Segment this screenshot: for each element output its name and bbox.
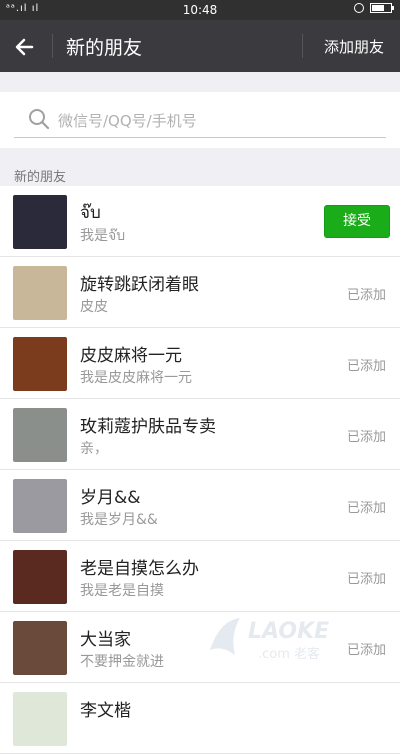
- clock: 10:48: [182, 3, 218, 17]
- friend-request-message: 我是岁月&&: [80, 512, 158, 528]
- added-status: 已添加: [346, 643, 386, 658]
- avatar[interactable]: [13, 550, 67, 604]
- friend-row[interactable]: 大当家不要押金就进 已添加: [0, 612, 400, 683]
- back-arrow-icon[interactable]: [12, 32, 42, 62]
- avatar[interactable]: [13, 479, 67, 533]
- navigation-bar: 新的朋友 添加朋友: [0, 20, 400, 72]
- friend-request-message: 亲，: [80, 441, 108, 457]
- page-title: 新的朋友: [66, 37, 143, 59]
- new-friends-list: จ๊บ 我是จ๊บ 接受 旋转跳跃闭着眼 皮皮 已添加 皮皮麻将一元 我是皮皮麻将一元 已添加玫…: [0, 186, 400, 754]
- avatar[interactable]: [13, 692, 67, 746]
- friend-name: 玫莉蔻护肤品专卖: [80, 417, 216, 437]
- friend-name: 旋转跳跃闭着眼: [80, 275, 199, 295]
- section-header: 新的朋友: [14, 170, 67, 185]
- friend-name: 大当家: [80, 630, 131, 650]
- status-bar: ᵃᵃ.ıl ıl 10:48: [0, 0, 400, 20]
- rotation-lock-icon: [354, 3, 364, 13]
- friend-row[interactable]: 皮皮麻将一元我是皮皮麻将一元 已添加: [0, 328, 400, 399]
- friend-request-message: 我是จ๊บ: [80, 228, 126, 244]
- avatar[interactable]: [13, 337, 67, 391]
- friend-name: 皮皮麻将一元: [80, 346, 182, 366]
- friend-row[interactable]: 旋转跳跃闭着眼皮皮 已添加: [0, 257, 400, 328]
- avatar[interactable]: [13, 621, 67, 675]
- added-status: 已添加: [346, 359, 386, 374]
- friend-name: จ๊บ: [80, 203, 101, 223]
- avatar[interactable]: [13, 195, 67, 249]
- nav-divider: [52, 34, 53, 58]
- friend-name: 岁月&&: [80, 488, 141, 508]
- friend-name: 李文楷: [80, 701, 131, 721]
- friend-row[interactable]: 玫莉蔻护肤品专卖亲， 已添加: [0, 399, 400, 470]
- friend-request-message: 不要押金就进: [80, 654, 164, 670]
- search-placeholder: 微信号/QQ号/手机号: [58, 112, 197, 130]
- avatar[interactable]: [13, 408, 67, 462]
- friend-name: 老是自摸怎么办: [80, 559, 199, 579]
- accept-button[interactable]: 接受: [324, 205, 390, 238]
- search-icon: [28, 108, 50, 130]
- added-status: 已添加: [346, 572, 386, 587]
- avatar[interactable]: [13, 266, 67, 320]
- added-status: 已添加: [346, 288, 386, 303]
- friend-row[interactable]: 岁月&& 我是岁月&& 已添加: [0, 470, 400, 541]
- friend-request-message: 我是皮皮麻将一元: [80, 370, 192, 386]
- battery-icon: [370, 3, 394, 13]
- friend-row[interactable]: 李文楷: [0, 683, 400, 754]
- friend-row[interactable]: จ๊บ 我是จ๊บ 接受: [0, 186, 400, 257]
- added-status: 已添加: [346, 430, 386, 445]
- friend-request-message: 皮皮: [80, 299, 108, 315]
- friend-request-message: 我是老是自摸: [80, 583, 164, 599]
- search-input[interactable]: 微信号/QQ号/手机号: [14, 100, 386, 138]
- friend-row[interactable]: 老是自摸怎么办我是老是自摸 已添加: [0, 541, 400, 612]
- add-friends-button[interactable]: 添加朋友: [324, 36, 384, 57]
- search-area: 微信号/QQ号/手机号: [0, 92, 400, 148]
- added-status: 已添加: [346, 501, 386, 516]
- nav-divider: [302, 34, 303, 58]
